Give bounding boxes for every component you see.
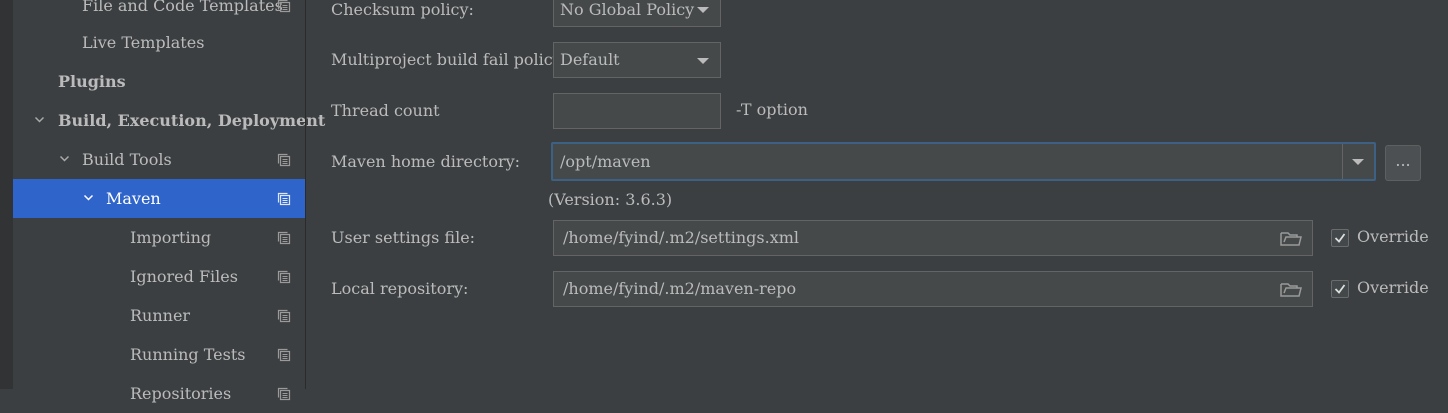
maven-settings-panel: Checksum policy: No Global Policy Multip… bbox=[306, 0, 1448, 389]
local-repository-value: /home/fyind/.m2/maven-repo bbox=[563, 279, 797, 298]
multiproject-fail-policy-select[interactable]: Default bbox=[553, 42, 721, 78]
user-settings-override-label[interactable]: Override bbox=[1357, 227, 1429, 247]
checkmark-icon bbox=[1334, 233, 1346, 243]
local-repository-override-checkbox[interactable] bbox=[1331, 280, 1349, 298]
multiproject-fail-policy-label: Multiproject build fail policy: bbox=[331, 50, 568, 69]
checkmark-icon bbox=[1334, 284, 1346, 294]
tree-gutter bbox=[0, 0, 13, 389]
browse-button[interactable]: ... bbox=[1385, 145, 1421, 181]
tree-item-maven[interactable]: Maven bbox=[13, 179, 305, 218]
user-settings-value: /home/fyind/.m2/settings.xml bbox=[563, 228, 800, 247]
project-level-icon bbox=[277, 387, 291, 401]
tree-item-label: Repositories bbox=[130, 384, 232, 403]
chevron-down-icon bbox=[697, 58, 709, 64]
local-repository-label: Local repository: bbox=[331, 279, 469, 298]
tree-item-label: Importing bbox=[130, 228, 212, 247]
tree-item-label: Plugins bbox=[58, 72, 126, 91]
chevron-down-icon bbox=[697, 7, 709, 13]
tree-item-repositories[interactable]: Repositories bbox=[13, 374, 305, 413]
tree-item-label: Build, Execution, Deployment bbox=[58, 111, 326, 130]
tree-item-label: File and Code Templates bbox=[82, 0, 283, 15]
project-level-icon bbox=[277, 348, 291, 362]
tree-item-plugins[interactable]: Plugins bbox=[13, 62, 305, 101]
chevron-down-icon[interactable] bbox=[35, 115, 44, 124]
local-repository-override-label[interactable]: Override bbox=[1357, 278, 1429, 298]
maven-home-combo[interactable]: /opt/maven bbox=[551, 142, 1376, 181]
thread-count-label: Thread count bbox=[331, 101, 440, 120]
settings-tree: File and Code Templates Live Templates P… bbox=[0, 0, 325, 403]
tree-item-running-tests[interactable]: Running Tests bbox=[13, 335, 305, 374]
chevron-down-icon[interactable] bbox=[1351, 144, 1365, 179]
tree-item-ignored-files[interactable]: Ignored Files bbox=[13, 257, 305, 296]
checksum-policy-select[interactable]: No Global Policy bbox=[553, 0, 721, 27]
tree-item-label: Maven bbox=[106, 189, 161, 208]
maven-version-text: (Version: 3.6.3) bbox=[548, 190, 673, 209]
tree-item-label: Build Tools bbox=[82, 150, 172, 169]
checksum-policy-label: Checksum policy: bbox=[331, 0, 474, 19]
folder-icon[interactable] bbox=[1280, 230, 1302, 247]
project-level-icon bbox=[277, 309, 291, 323]
tree-item-build-execution-deployment[interactable]: Build, Execution, Deployment bbox=[13, 101, 325, 140]
tree-item-live-templates[interactable]: Live Templates bbox=[13, 23, 305, 62]
tree-item-importing[interactable]: Importing bbox=[13, 218, 305, 257]
chevron-down-icon[interactable] bbox=[60, 154, 69, 163]
project-level-icon bbox=[277, 270, 291, 284]
tree-item-runner[interactable]: Runner bbox=[13, 296, 305, 335]
tree-item-file-and-code-templates[interactable]: File and Code Templates bbox=[13, 0, 305, 25]
tree-item-label: Running Tests bbox=[130, 345, 246, 364]
project-level-icon bbox=[277, 0, 291, 13]
project-level-icon bbox=[277, 192, 291, 206]
tree-item-label: Runner bbox=[130, 306, 191, 325]
folder-icon[interactable] bbox=[1280, 281, 1302, 298]
thread-count-hint: -T option bbox=[736, 100, 808, 119]
multiproject-fail-policy-value: Default bbox=[560, 50, 620, 69]
project-level-icon bbox=[277, 231, 291, 245]
tree-item-build-tools[interactable]: Build Tools bbox=[13, 140, 305, 179]
thread-count-input[interactable] bbox=[553, 93, 721, 129]
tree-item-label: Live Templates bbox=[82, 33, 205, 52]
local-repository-field[interactable]: /home/fyind/.m2/maven-repo bbox=[553, 271, 1313, 307]
chevron-down-icon[interactable] bbox=[84, 193, 93, 202]
checksum-policy-value: No Global Policy bbox=[560, 0, 695, 19]
maven-home-label: Maven home directory: bbox=[331, 152, 521, 171]
project-level-icon bbox=[277, 153, 291, 167]
combo-divider bbox=[1342, 144, 1343, 179]
user-settings-override-checkbox[interactable] bbox=[1331, 229, 1349, 247]
maven-home-value[interactable]: /opt/maven bbox=[560, 144, 651, 179]
tree-item-label: Ignored Files bbox=[130, 267, 238, 286]
user-settings-field[interactable]: /home/fyind/.m2/settings.xml bbox=[553, 220, 1313, 256]
user-settings-label: User settings file: bbox=[331, 228, 476, 247]
